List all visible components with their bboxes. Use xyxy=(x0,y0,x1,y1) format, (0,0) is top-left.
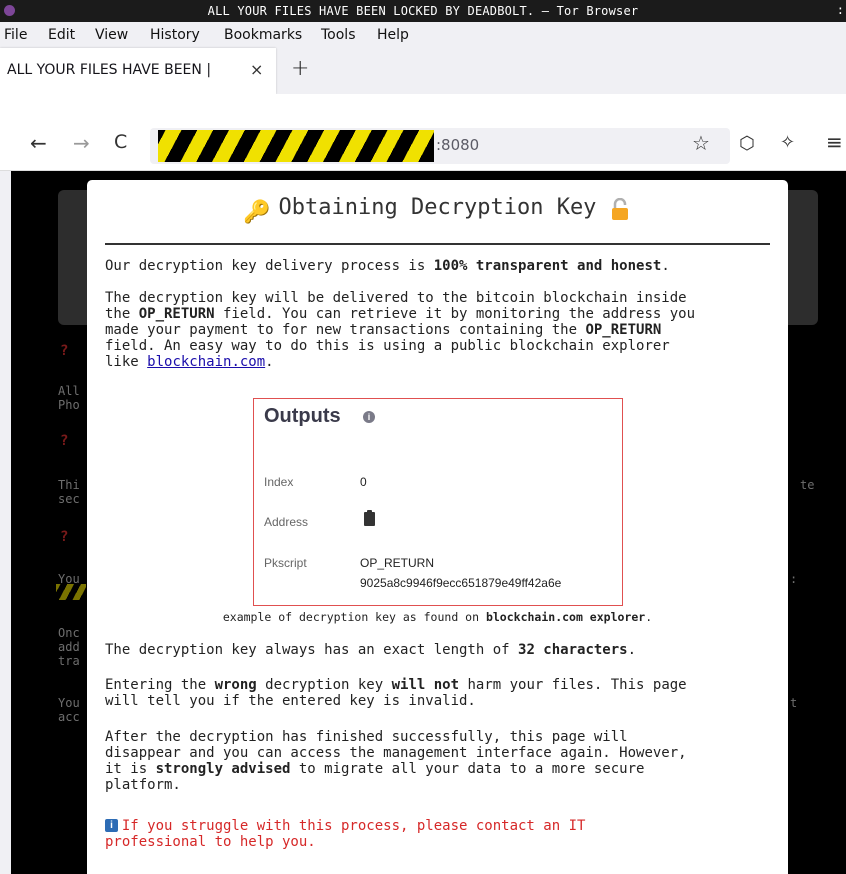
shield-icon[interactable]: ⬡ xyxy=(739,133,755,154)
new-tab-button[interactable]: + xyxy=(291,56,309,81)
bg-text: : xyxy=(790,572,798,586)
bg-question-icon: ? xyxy=(60,529,69,545)
hamburger-menu-icon[interactable]: ≡ xyxy=(826,130,843,154)
menu-help[interactable]: Help xyxy=(377,27,409,43)
bg-text: All xyxy=(58,384,80,398)
image-caption: example of decryption key as found on bl… xyxy=(222,610,653,624)
index-value: 0 xyxy=(360,475,367,489)
tab-close-icon[interactable]: × xyxy=(250,60,263,79)
url-redaction xyxy=(158,130,434,162)
window-menu-icon[interactable]: : xyxy=(837,3,844,17)
clipboard-icon xyxy=(364,510,375,526)
bg-text: acc xyxy=(58,710,80,724)
bg-text: Thi xyxy=(58,478,80,492)
paragraph-key-length: The decryption key always has an exact l… xyxy=(105,642,637,658)
bg-redaction xyxy=(56,584,86,600)
menu-file[interactable]: File xyxy=(4,27,27,43)
address-label: Address xyxy=(264,515,309,529)
blockchain-link[interactable]: blockchain.com xyxy=(147,354,265,370)
menu-bookmarks[interactable]: Bookmarks xyxy=(224,27,302,43)
modal-title: Obtaining Decryption Key xyxy=(278,195,597,220)
reload-button[interactable]: C xyxy=(114,131,127,153)
tab-title: ALL YOUR FILES HAVE BEEN | xyxy=(7,62,212,78)
modal-divider xyxy=(105,243,770,245)
help-notice: If you struggle with this process, pleas… xyxy=(105,818,586,850)
bg-question-icon: ? xyxy=(60,433,69,449)
bg-text: You xyxy=(58,696,80,710)
forward-button[interactable]: → xyxy=(73,131,90,155)
info-icon: i xyxy=(363,411,375,423)
bg-text: te xyxy=(800,478,815,492)
bg-text: t xyxy=(790,696,798,710)
index-label: Index xyxy=(264,475,294,489)
menu-bar: File Edit View History Bookmarks Tools H… xyxy=(0,22,846,48)
pkscript-value: 9025a8c9946f9ecc651879e49ff42a6e xyxy=(360,576,562,590)
new-identity-icon[interactable]: ✧ xyxy=(780,132,795,153)
pkscript-op: OP_RETURN xyxy=(360,556,435,570)
paragraph-wrong-key: Entering the wrong decryption key will n… xyxy=(105,677,687,709)
outputs-title: Outputs xyxy=(264,405,341,427)
bg-text: add xyxy=(58,640,80,654)
outputs-example-image xyxy=(253,398,623,606)
back-button[interactable]: ← xyxy=(30,131,47,155)
page-left-margin xyxy=(0,171,11,874)
paragraph-after-decryption: After the decryption has finished succes… xyxy=(105,729,687,793)
bookmark-star-icon[interactable]: ☆ xyxy=(692,131,710,155)
window-title: ALL YOUR FILES HAVE BEEN LOCKED BY DEADB… xyxy=(207,4,639,18)
bg-question-icon: ? xyxy=(60,343,69,359)
menu-edit[interactable]: Edit xyxy=(48,27,75,43)
bg-text: tra xyxy=(58,654,80,668)
paragraph-op-return: The decryption key will be delivered to … xyxy=(105,290,696,370)
bg-text: Onc xyxy=(58,626,80,640)
menu-history[interactable]: History xyxy=(150,27,200,43)
paragraph-transparency: Our decryption key delivery process is 1… xyxy=(105,258,670,274)
pkscript-label: Pkscript xyxy=(264,556,307,570)
menu-tools[interactable]: Tools xyxy=(321,27,356,43)
bg-text: Pho xyxy=(58,398,80,412)
window-titlebar: ALL YOUR FILES HAVE BEEN LOCKED BY DEADB… xyxy=(0,0,846,22)
unlocked-padlock-icon xyxy=(612,198,628,220)
url-port-text: :8080 xyxy=(436,136,480,154)
menu-view[interactable]: View xyxy=(95,27,128,43)
bg-text: sec xyxy=(58,492,80,506)
